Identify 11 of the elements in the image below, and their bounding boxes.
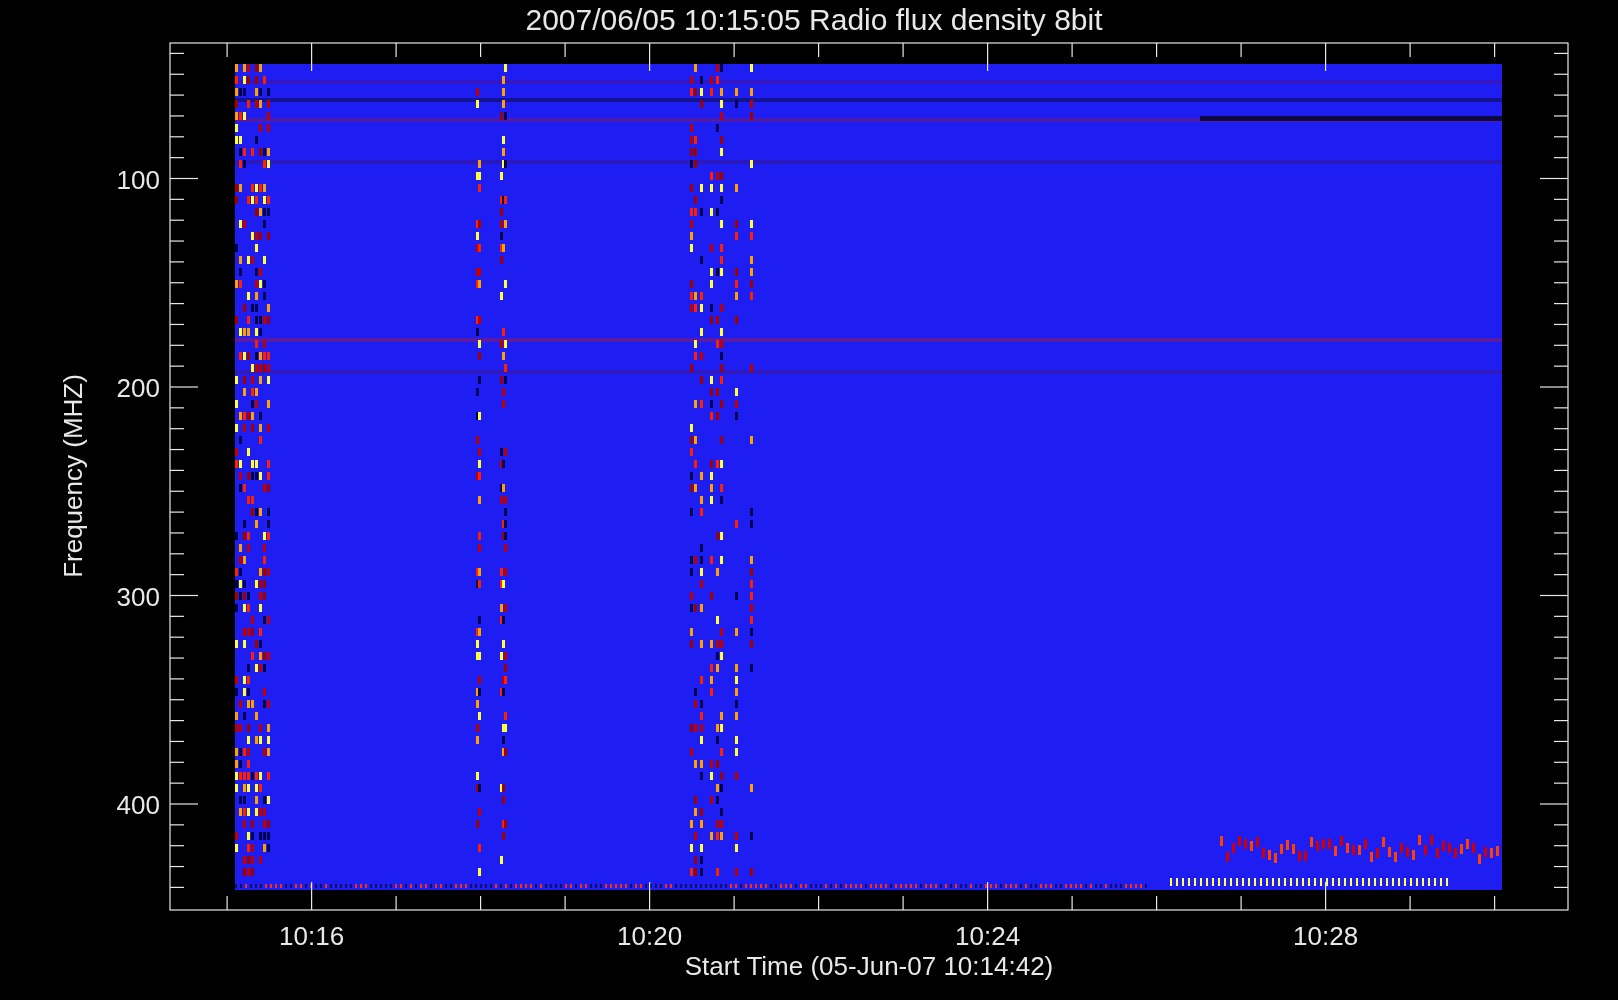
x-tick-label: 10:16 bbox=[279, 921, 345, 951]
x-tick-label: 10:24 bbox=[955, 921, 1021, 951]
x-axis-label: Start Time (05-Jun-07 10:14:42) bbox=[684, 951, 1054, 981]
chart-title: 2007/06/05 10:15:05 Radio flux density 8bit bbox=[525, 3, 1103, 36]
y-tick-label: 200 bbox=[116, 373, 160, 403]
y-axis-label: Frequency (MHZ) bbox=[58, 374, 88, 578]
y-tick-label: 100 bbox=[116, 164, 160, 195]
x-tick-label: 10:20 bbox=[617, 921, 683, 951]
y-tick-label: 400 bbox=[116, 790, 160, 820]
y-tick-label: 300 bbox=[116, 581, 160, 612]
x-tick-label: 10:28 bbox=[1293, 921, 1359, 951]
